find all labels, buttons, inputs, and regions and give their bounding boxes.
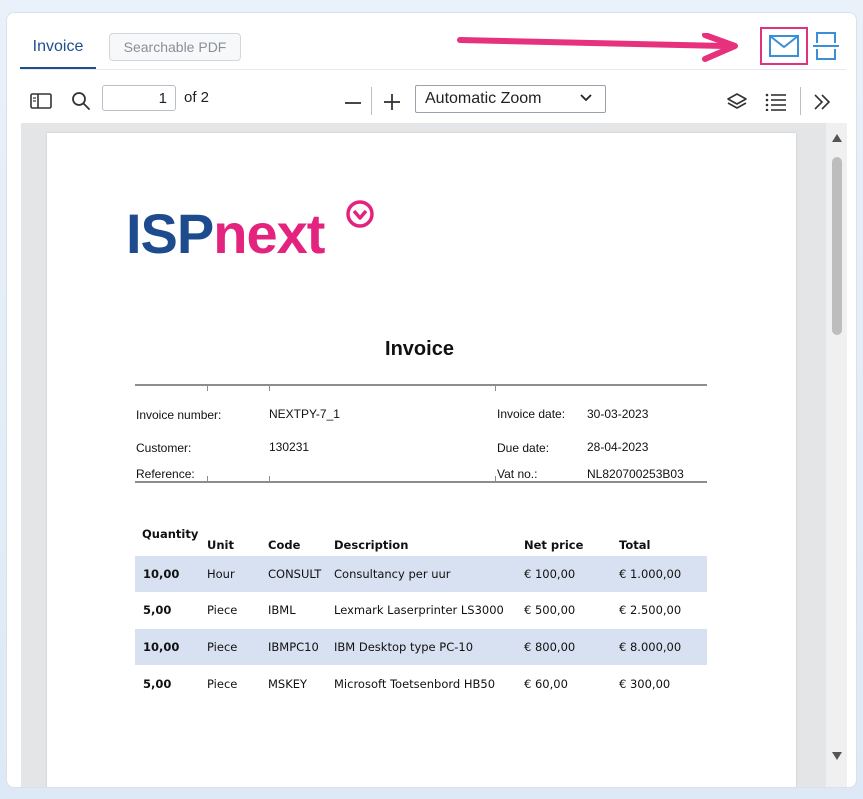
scrollbar-thumb[interactable]: [832, 157, 842, 335]
header-rule-top: [135, 384, 707, 386]
rule-tick: [495, 386, 496, 391]
plus-icon: [384, 94, 400, 110]
chevron-down-icon: [580, 94, 592, 102]
scroll-down-arrow-icon[interactable]: [831, 751, 843, 761]
vertical-scrollbar[interactable]: [826, 123, 847, 787]
search-icon: [72, 92, 90, 110]
rule-tick: [269, 386, 270, 391]
document-outline-button[interactable]: [763, 91, 789, 113]
double-chevron-right-icon: [814, 94, 831, 110]
column-header-code: Code: [268, 538, 301, 552]
find-button[interactable]: [69, 89, 93, 113]
invoice-date-label: Invoice date:: [497, 407, 566, 421]
rule-tick: [269, 476, 270, 481]
column-header-description: Description: [334, 538, 409, 552]
column-header-quantity: Quantity: [142, 527, 199, 541]
column-header-total: Total: [619, 538, 651, 552]
company-logo: ISPnext: [126, 202, 325, 265]
tab-invoice[interactable]: Invoice: [20, 33, 96, 69]
invoice-date-value: 30-03-2023: [587, 407, 649, 421]
column-header-net-price: Net price: [524, 538, 584, 552]
list-icon: [765, 93, 786, 111]
table-row: 5,00 Piece MSKEY Microsoft Toetsenbord H…: [143, 677, 671, 691]
pdf-viewer-area[interactable]: ISPnext Invoice Invoice number: NEXTPY-7…: [21, 123, 847, 787]
header-rule-bottom: [135, 481, 707, 483]
send-email-button[interactable]: [760, 27, 808, 65]
document-viewer-panel: Invoice Searchable PDF o: [6, 12, 857, 788]
tab-divider: [20, 69, 846, 70]
layers-button[interactable]: [725, 91, 749, 113]
table-row: 10,00 Piece IBMPC10 IBM Desktop type PC-…: [135, 629, 707, 665]
customer-value: 130231: [269, 440, 310, 454]
tab-searchable-pdf[interactable]: Searchable PDF: [109, 33, 241, 61]
column-header-unit: Unit: [207, 538, 234, 552]
sidebar-toggle-button[interactable]: [29, 91, 53, 111]
reference-label: Reference:: [136, 467, 195, 481]
rule-tick: [495, 476, 496, 481]
due-date-value: 28-04-2023: [587, 440, 649, 454]
scroll-up-arrow-icon[interactable]: [831, 133, 843, 143]
rule-tick: [207, 386, 208, 391]
tools-menu-button[interactable]: [811, 91, 833, 113]
logo-mark-icon: [346, 200, 374, 228]
due-date-label: Due date:: [497, 441, 550, 455]
document-title: Invoice: [385, 338, 454, 360]
rule-tick: [207, 476, 208, 481]
tools-separator: [800, 87, 801, 115]
layers-icon: [727, 93, 747, 109]
zoom-separator: [371, 87, 372, 115]
invoice-number-value: NEXTPY-7_1: [269, 407, 340, 421]
zoom-select-value: Automatic Zoom: [425, 90, 542, 107]
zoom-in-button[interactable]: [381, 91, 403, 113]
table-row: 10,00 Hour CONSULT Consultancy per uur €…: [135, 556, 707, 592]
sidebar-toggle-icon: [30, 93, 52, 109]
page-number-input[interactable]: [102, 85, 176, 111]
vat-value: NL820700253B03: [587, 467, 684, 481]
invoice-number-label: Invoice number:: [136, 408, 222, 422]
split-page-icon: [813, 32, 839, 60]
zoom-out-button[interactable]: [343, 93, 363, 113]
vat-label: Vat no.:: [497, 467, 538, 481]
pdf-page: ISPnext Invoice Invoice number: NEXTPY-7…: [47, 133, 796, 787]
minus-icon: [345, 102, 361, 104]
annotation-arrow: [457, 33, 738, 62]
split-document-button[interactable]: [810, 28, 842, 64]
customer-label: Customer:: [136, 441, 192, 455]
page-count-label: of 2: [184, 89, 210, 106]
table-row: 5,00 Piece IBML Lexmark Laserprinter LS3…: [143, 603, 682, 617]
zoom-select[interactable]: Automatic Zoom: [415, 85, 606, 113]
mail-icon: [769, 35, 799, 57]
